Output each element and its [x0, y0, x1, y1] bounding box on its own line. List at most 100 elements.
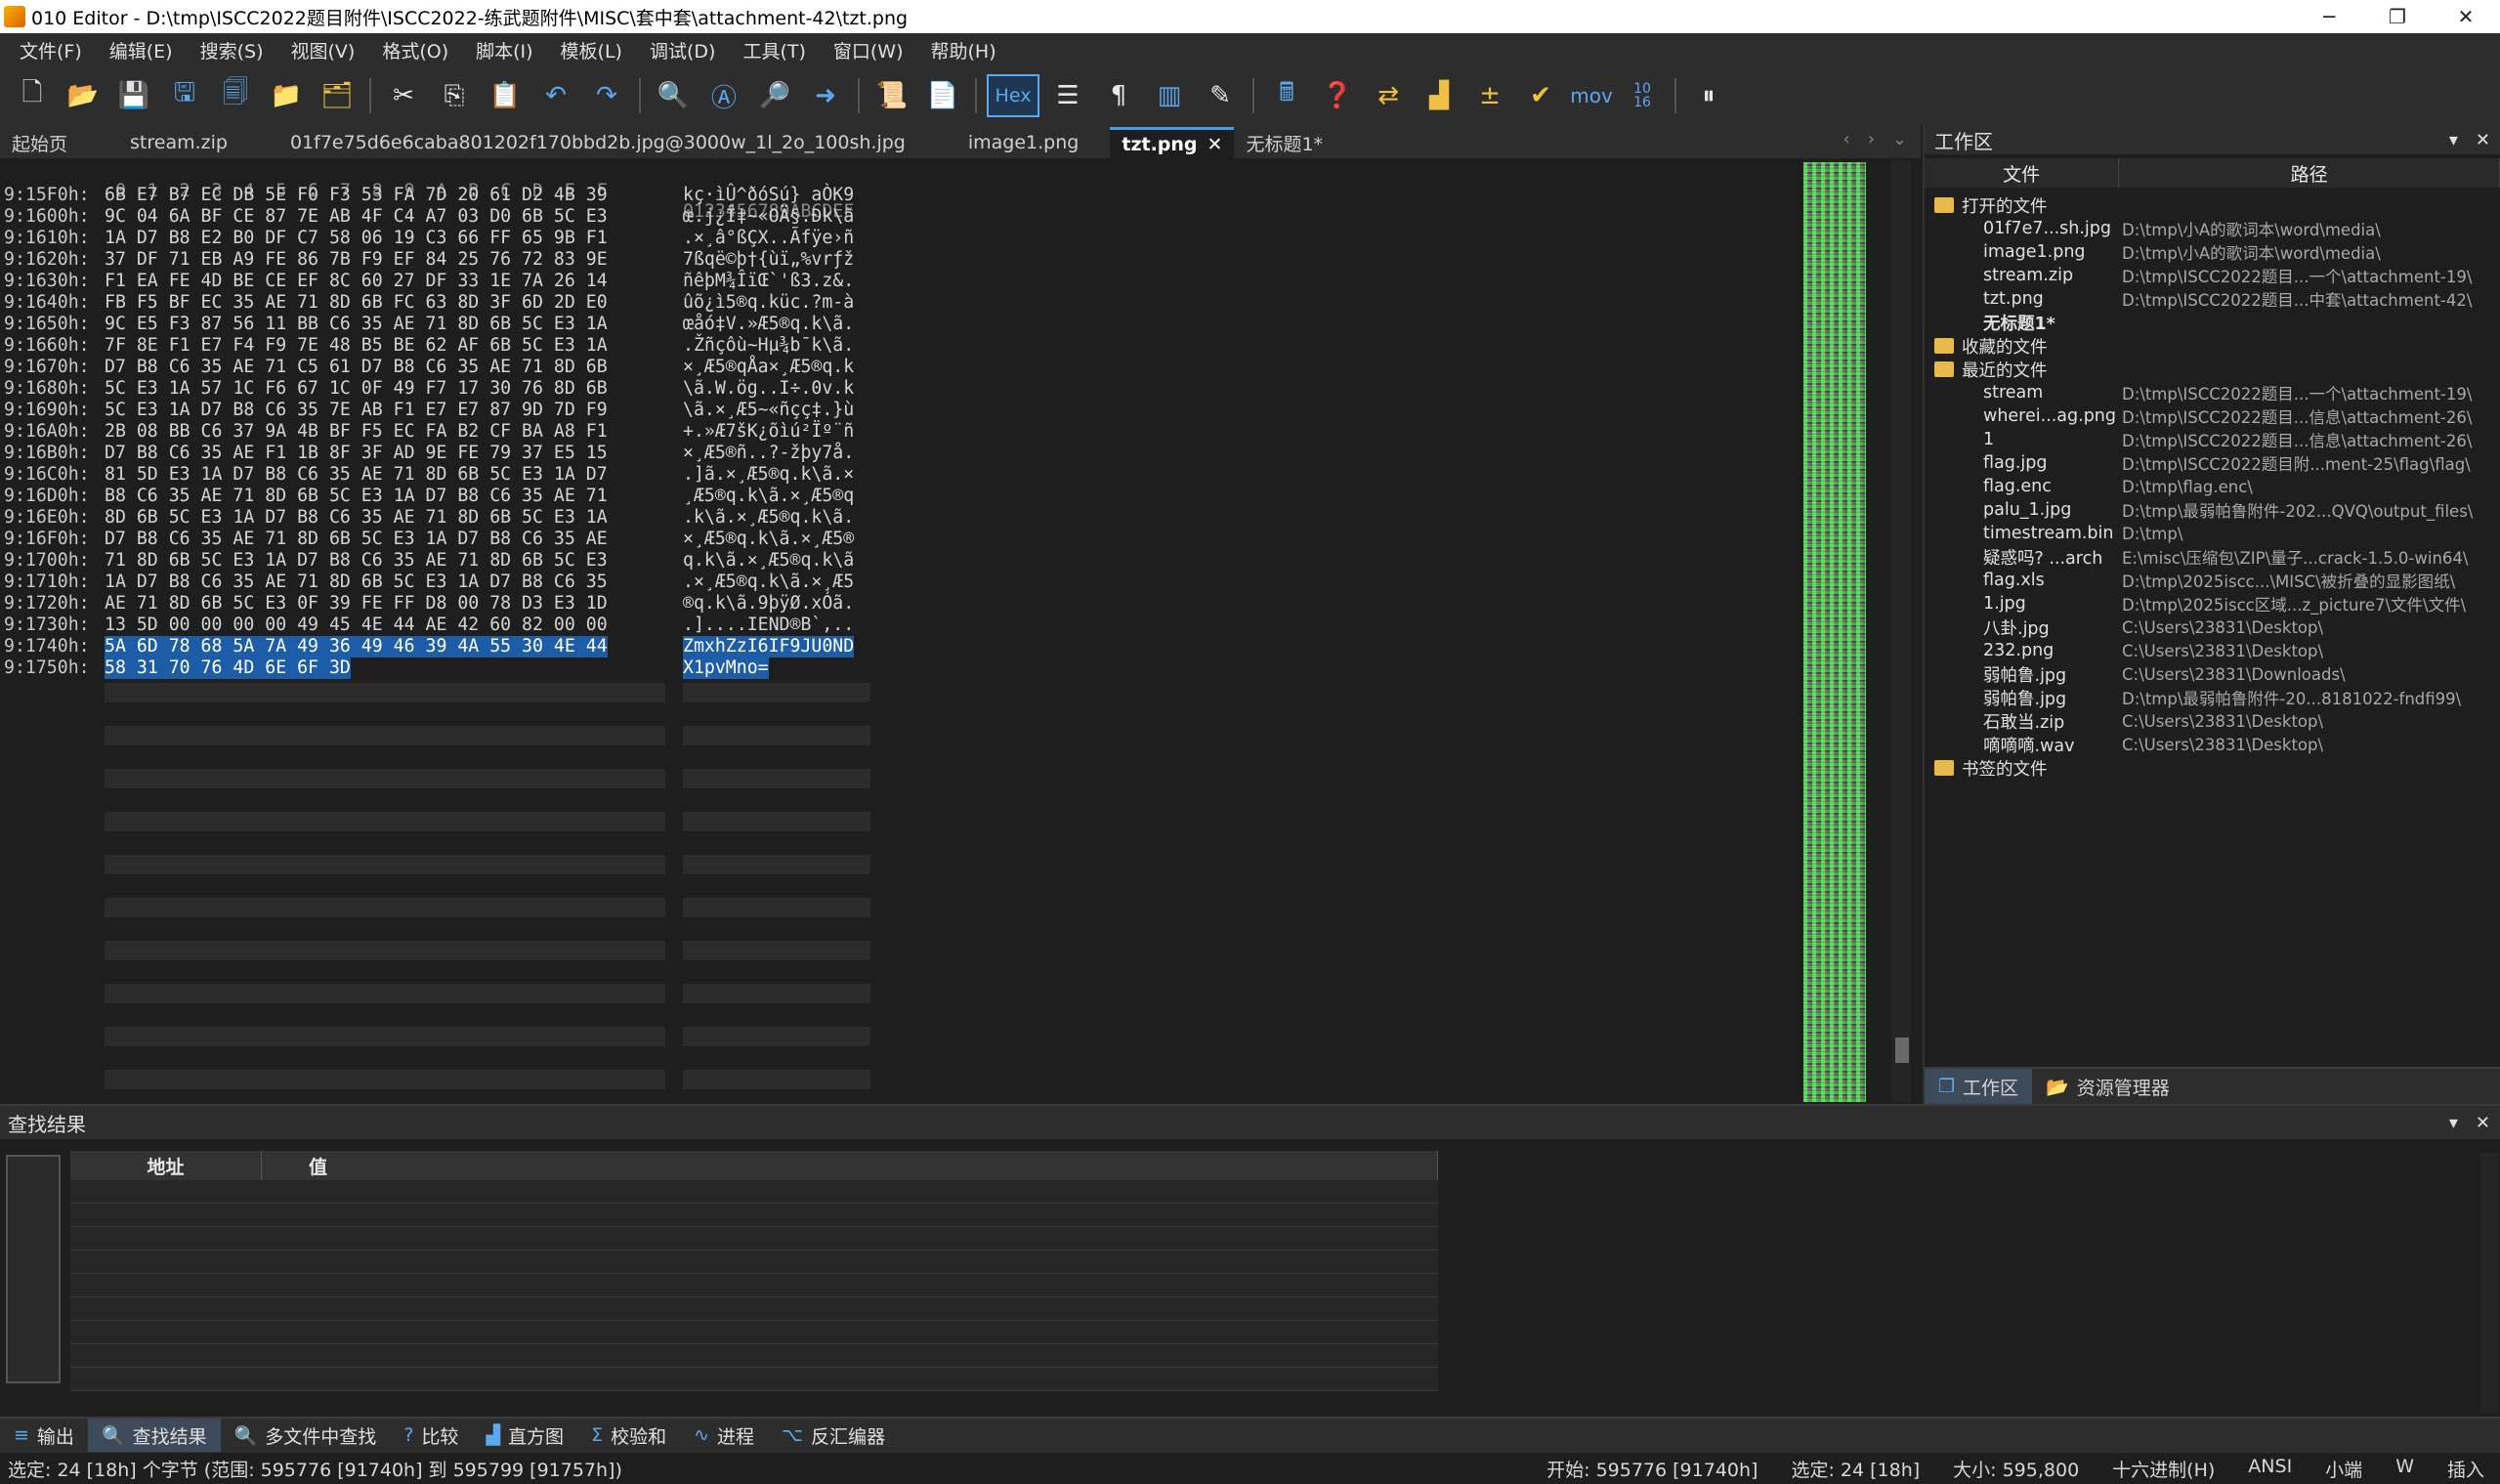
workspace-file-item[interactable]: 1.jpg D:\tmp\2025iscc区域...z_picture7\文件\文…	[1925, 592, 2500, 615]
row-bytes[interactable]: 81 5D E3 1A D7 B8 C6 35 AE 71 8D 6B 5C E…	[105, 464, 608, 486]
menu-view[interactable]: 视图(V)	[277, 37, 369, 64]
find-result-row[interactable]	[70, 1321, 1438, 1344]
status-insert[interactable]: 插入	[2447, 1456, 2484, 1482]
status-endian[interactable]: 小端	[2325, 1456, 2362, 1482]
find-result-row[interactable]	[70, 1180, 1438, 1204]
menu-template[interactable]: 模板(L)	[547, 37, 636, 64]
tab-checksum[interactable]: Σ 校验和	[577, 1419, 680, 1452]
row-ascii[interactable]: ×¸Æ5®q.k\ã.×¸Æ5®	[683, 529, 854, 550]
tab-explorer[interactable]: 📂 资源管理器	[2032, 1069, 2183, 1104]
menu-window[interactable]: 窗口(W)	[820, 37, 917, 64]
row-bytes[interactable]: FB F5 BF EC 35 AE 71 8D 6B FC 63 8D 3F 6…	[105, 292, 608, 314]
row-bytes[interactable]: 9C 04 6A BF CE 87 7E AB 4F C4 A7 03 D0 6…	[105, 206, 608, 228]
tab-disassembler[interactable]: ⌥ 反汇编器	[768, 1419, 899, 1452]
redo-icon[interactable]: ↷	[584, 73, 629, 118]
group-recent-files[interactable]: 最近的文件	[1925, 358, 2500, 381]
workspace-file-item[interactable]: 八卦.jpg C:\Users\23831\Desktop\	[1925, 615, 2500, 639]
row-ascii[interactable]: .Žñçôù~Hµ¾b¯k\ã.	[683, 335, 854, 357]
group-open-files[interactable]: 打开的文件	[1925, 193, 2500, 217]
workspace-file-item[interactable]: 弱帕鲁.jpg D:\tmp\最弱帕鲁附件-20...8181022-fndfi9…	[1925, 686, 2500, 709]
row-bytes[interactable]: 9C E5 F3 87 56 11 BB C6 35 AE 71 8D 6B 5…	[105, 314, 608, 335]
workspace-file-item[interactable]: wherei...ag.png D:\tmp\ISCC2022题目...信息\at…	[1925, 404, 2500, 428]
workspace-file-item[interactable]: 疑惑吗? ...arch E:\misc\压缩包\ZIP\量子...crack-1…	[1925, 545, 2500, 569]
row-bytes[interactable]: AE 71 8D 6B 5C E3 0F 39 FE FF D8 00 78 D…	[105, 593, 608, 615]
workspace-file-item[interactable]: timestream.bin D:\tmp\	[1925, 522, 2500, 545]
row-bytes[interactable]: 2B 08 BB C6 37 9A 4B BF F5 EC FA B2 CF B…	[105, 421, 608, 443]
find-result-row[interactable]	[70, 1297, 1438, 1321]
workspace-file-item[interactable]: 弱帕鲁.jpg C:\Users\23831\Downloads\	[1925, 662, 2500, 686]
status-encoding[interactable]: ANSI	[2248, 1456, 2292, 1482]
tab-histogram[interactable]: ▟ 直方图	[472, 1419, 577, 1452]
row-bytes[interactable]: 58 31 70 76 4D 6E 6F 3D	[105, 657, 351, 679]
menu-tools[interactable]: 工具(T)	[729, 37, 819, 64]
col-file[interactable]: 文件	[1925, 158, 2120, 188]
row-ascii[interactable]: œ.j¿Î‡~«OÄ§.Ðk\ã	[683, 206, 854, 228]
workspace-file-item[interactable]: 1 D:\tmp\ISCC2022题目...信息\attachment-26\	[1925, 428, 2500, 451]
find-in-files-icon[interactable]: 🔎	[752, 73, 797, 118]
menu-search[interactable]: 搜索(S)	[187, 37, 277, 64]
row-ascii[interactable]: ®q.k\ã.9þÿØ.xÓã.	[683, 593, 854, 615]
disassembler-button[interactable]: mov	[1569, 73, 1614, 118]
tab-output[interactable]: ≡ 输出	[0, 1419, 88, 1452]
file-minimap[interactable]	[1803, 162, 1866, 1102]
row-ascii[interactable]: X1pvMno=	[683, 657, 769, 679]
paste-icon[interactable]: 📋	[483, 73, 528, 118]
row-ascii[interactable]: ûõ¿ì5®q.küc.?m-à	[683, 292, 854, 314]
open-folder-icon[interactable]: 📂	[61, 73, 106, 118]
row-bytes[interactable]: 8D 6B 5C E3 1A D7 B8 C6 35 AE 71 8D 6B 5…	[105, 507, 608, 529]
status-w[interactable]: W	[2395, 1456, 2414, 1482]
row-ascii[interactable]: .k\ã.×¸Æ5®q.k\ã.	[683, 507, 854, 529]
row-bytes[interactable]: 5A 6D 78 68 5A 7A 49 36 49 46 39 4A 55 3…	[105, 636, 608, 657]
row-bytes[interactable]: 1A D7 B8 E2 B0 DF C7 58 06 19 C3 66 FF 6…	[105, 228, 608, 249]
workspace-file-item[interactable]: stream.zip D:\tmp\ISCC2022题目...一个\attachm…	[1925, 264, 2500, 287]
workspace-file-item[interactable]: 232.png C:\Users\23831\Desktop\	[1925, 639, 2500, 662]
col-address[interactable]: 地址	[70, 1151, 262, 1180]
find-result-row[interactable]	[70, 1227, 1438, 1251]
find-result-row[interactable]	[70, 1344, 1438, 1368]
row-ascii[interactable]: q.k\ã.×¸Æ5®q.k\ã	[683, 550, 854, 572]
row-ascii[interactable]: œåó‡V.»Æ5®q.k\ã.	[683, 314, 854, 335]
run-template-icon[interactable]: 📄	[920, 73, 965, 118]
row-ascii[interactable]: ¸Æ5®q.k\ã.×¸Æ5®q	[683, 486, 854, 507]
columns-icon[interactable]: ▥	[1147, 73, 1192, 118]
find-vertical-scrollbar[interactable]	[2480, 1153, 2498, 1413]
close-button[interactable]: ✕	[2432, 0, 2500, 33]
replace-icon[interactable]: Ⓐ	[701, 73, 746, 118]
find-icon[interactable]: 🔍	[651, 73, 696, 118]
row-bytes[interactable]: 7F 8E F1 E7 F4 F9 7E 48 B5 BE 62 AF 6B 5…	[105, 335, 608, 357]
row-ascii[interactable]: .×¸â°ßÇX..Ãfÿe›ñ	[683, 228, 854, 249]
workspace-file-item[interactable]: flag.jpg D:\tmp\ISCC2022题目附...ment-25\fla…	[1925, 451, 2500, 475]
histogram-icon[interactable]: ▟	[1417, 73, 1462, 118]
copy-icon[interactable]: ⎘	[432, 73, 477, 118]
row-bytes[interactable]: 1A D7 B8 C6 35 AE 71 8D 6B 5C E3 1A D7 B…	[105, 572, 608, 593]
workspace-file-item[interactable]: stream D:\tmp\ISCC2022题目...一个\attachment-…	[1925, 381, 2500, 404]
row-bytes[interactable]: 37 DF 71 EB A9 FE 86 7B F9 EF 84 25 76 7…	[105, 249, 608, 271]
tab-stream-zip[interactable]: stream.zip	[118, 127, 239, 158]
row-bytes[interactable]: 5C E3 1A 57 1C F6 67 1C 0F 49 F7 17 30 7…	[105, 378, 608, 400]
tab-workspace[interactable]: ❐ 工作区	[1925, 1069, 2033, 1104]
row-bytes[interactable]: D7 B8 C6 35 AE 71 C5 61 D7 B8 C6 35 AE 7…	[105, 357, 608, 378]
row-bytes[interactable]: 6B E7 B7 EC DB 5E F0 F3 53 FA 7D 20 61 D…	[105, 185, 608, 206]
row-ascii[interactable]: .×¸Æ5®q.k\ã.×¸Æ5	[683, 572, 854, 593]
row-ascii[interactable]: 7ßqë©þ†{ùï„%vrƒž	[683, 249, 854, 271]
cut-icon[interactable]: ✂	[381, 73, 426, 118]
tab-tzt-png[interactable]: tzt.png ✕	[1110, 127, 1235, 158]
row-ascii[interactable]: .]....IEND®B`‚..	[683, 615, 854, 636]
check-icon[interactable]: ✔	[1518, 73, 1563, 118]
menu-help[interactable]: 帮助(H)	[917, 37, 1010, 64]
workspace-file-item[interactable]: palu_1.jpg D:\tmp\最弱帕鲁附件-202...QVQ\output…	[1925, 498, 2500, 522]
maximize-button[interactable]: ❐	[2363, 0, 2432, 33]
menu-script[interactable]: 脚本(I)	[462, 37, 546, 64]
workspace-file-item[interactable]: flag.enc D:\tmp\flag.enc\	[1925, 475, 2500, 498]
new-file-icon[interactable]: 🗋	[10, 73, 55, 118]
close-workspace-icon[interactable]: 🗂	[315, 73, 360, 118]
tab-find-in-files[interactable]: 🔍 多文件中查找	[221, 1419, 391, 1452]
row-bytes[interactable]: 71 8D 6B 5C E3 1A D7 B8 C6 35 AE 71 8D 6…	[105, 550, 608, 572]
hex-editor[interactable]: 0 1 2 3 4 5 6 7 8 9 A B C D E F 01234567…	[0, 158, 1921, 1104]
tab-untitled-1[interactable]: 无标题1*	[1234, 127, 1335, 158]
open-workspace-icon[interactable]: 📁	[264, 73, 309, 118]
tab-next-icon[interactable]: ›	[1868, 129, 1875, 149]
row-ascii[interactable]: ×¸Æ5®ñ..?-žþy7å.	[683, 443, 854, 464]
group-bookmarked-files[interactable]: 书签的文件	[1925, 756, 2500, 780]
col-value[interactable]: 值	[262, 1151, 1438, 1180]
